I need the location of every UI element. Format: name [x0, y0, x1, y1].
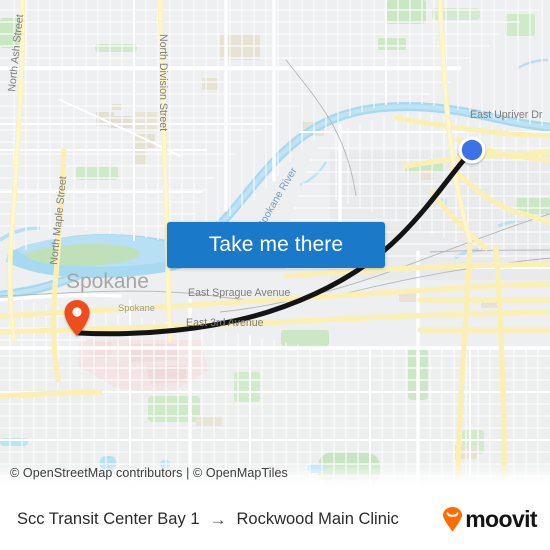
arrow-right-icon: → [209, 509, 227, 529]
route-summary: Scc Transit Center Bay 1 → Rockwood Main… [17, 488, 399, 550]
route-origin-label: Scc Transit Center Bay 1 [17, 509, 200, 528]
footer-bar: Scc Transit Center Bay 1 → Rockwood Main… [0, 488, 550, 550]
label-city-spokane-small: Spokane [118, 302, 155, 313]
moovit-logo[interactable]: moovit [442, 488, 538, 550]
label-city-spokane: Spokane [66, 270, 149, 293]
label-north-division-street: North Division Street [157, 34, 169, 131]
moovit-pin-icon [443, 506, 463, 531]
map-attribution[interactable]: © OpenStreetMap contributors | © OpenMap… [10, 466, 288, 480]
label-east-sprague-avenue: East Sprague Avenue [188, 287, 290, 299]
label-east-upriver-drive: East Upriver Dr [470, 109, 543, 121]
route-destination-label: Rockwood Main Clinic [236, 509, 399, 528]
origin-dot [458, 136, 486, 164]
moovit-wordmark: moovit [465, 505, 537, 532]
moovit-map-screenshot: .rd { stroke:#ffffff; fill:none; stroke-… [0, 0, 550, 550]
label-east-3rd-avenue: East 3rd Avenue [186, 317, 264, 329]
take-me-there-button[interactable]: Take me there [167, 222, 385, 268]
